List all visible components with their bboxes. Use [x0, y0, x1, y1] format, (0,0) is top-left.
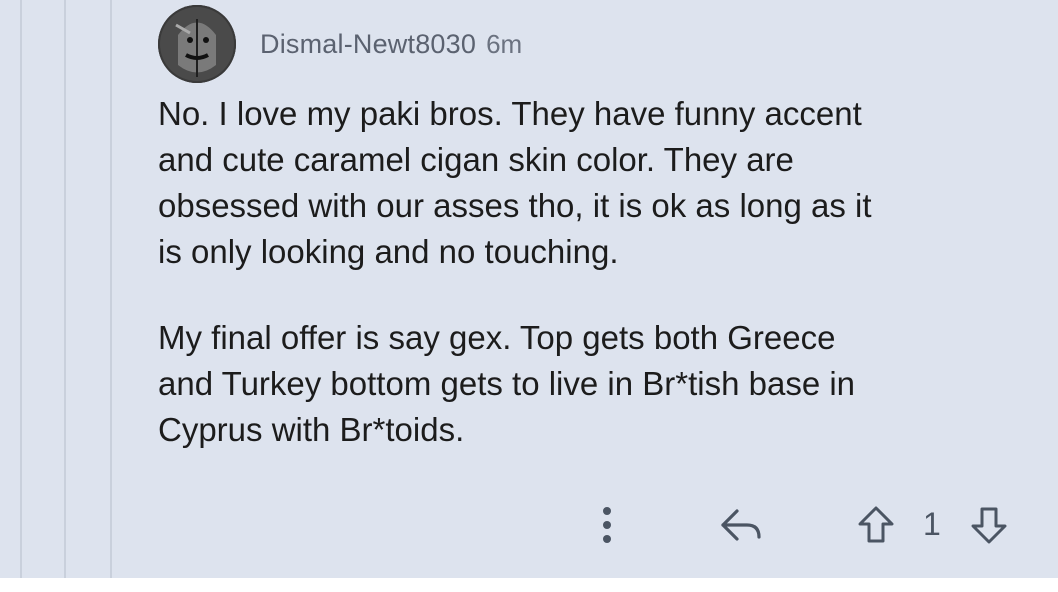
thread-line-2 — [64, 0, 66, 592]
comment-body: No. I love my paki bros. They have funny… — [158, 91, 1038, 453]
vote-score: 1 — [923, 506, 941, 542]
avatar[interactable] — [158, 5, 236, 83]
comment-paragraph-2: My final offer is say gex. Top gets both… — [158, 319, 856, 448]
more-vertical-icon[interactable] — [590, 500, 624, 550]
comment-header: Dismal-Newt8030 6m — [158, 5, 1038, 83]
comment: Dismal-Newt8030 6m No. I love my paki br… — [158, 5, 1038, 493]
avatar-image — [158, 5, 236, 83]
thread-line-1 — [20, 0, 22, 592]
comment-actions: 1 — [580, 500, 1030, 550]
author-name[interactable]: Dismal-Newt8030 — [260, 29, 476, 60]
comment-age: 6m — [486, 28, 523, 59]
reply-icon[interactable] — [717, 500, 767, 550]
upvote-icon[interactable] — [852, 500, 900, 550]
downvote-icon[interactable] — [965, 500, 1013, 550]
bottom-divider — [0, 578, 1058, 592]
thread-line-3 — [110, 0, 112, 592]
comment-screen: Dismal-Newt8030 6m No. I love my paki br… — [0, 0, 1058, 592]
comment-paragraph-1: No. I love my paki bros. They have funny… — [158, 95, 872, 270]
